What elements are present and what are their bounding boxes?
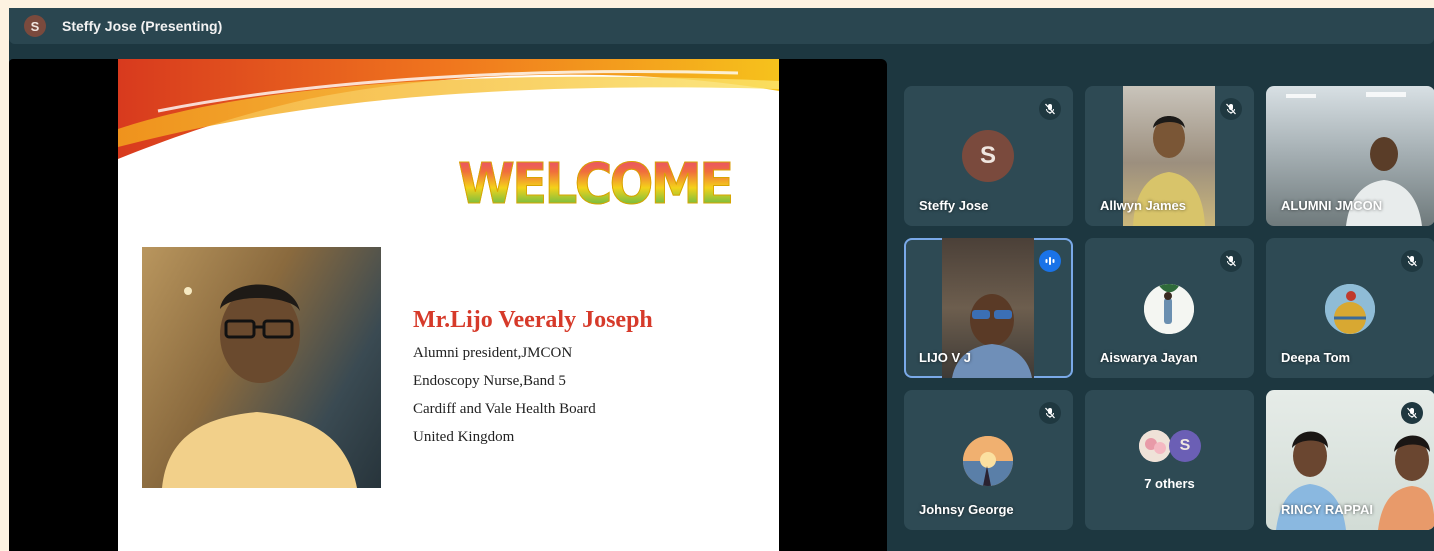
presenter-avatar: S <box>24 15 46 37</box>
participant-tile[interactable]: Johnsy George <box>904 390 1073 530</box>
participant-tile[interactable]: Aiswarya Jayan <box>1085 238 1254 378</box>
participant-avatar <box>1325 284 1375 334</box>
mic-off-icon <box>1401 402 1423 424</box>
participant-tile[interactable]: LIJO V J <box>904 238 1073 378</box>
welcome-heading: WELCOME <box>458 152 735 218</box>
others-count: 7 others <box>1144 476 1195 491</box>
participant-name: ALUMNI JMCON <box>1281 198 1383 213</box>
presentation-stage[interactable]: WELCOME Mr.Lijo Veeraly Joseph Alumni pr… <box>9 59 887 551</box>
participant-name: RINCY RAPPAI <box>1281 502 1373 517</box>
participant-name: Steffy Jose <box>919 198 989 213</box>
participant-name: LIJO V J <box>919 350 972 365</box>
participant-tile[interactable]: S Steffy Jose <box>904 86 1073 226</box>
participant-tile[interactable]: Deepa Tom <box>1266 238 1434 378</box>
speaker-detail: Alumni president,JMCON <box>413 345 573 361</box>
others-tile[interactable]: S 7 others <box>1085 390 1254 530</box>
participant-name: Deepa Tom <box>1281 350 1351 365</box>
participant-tile[interactable]: ALUMNI JMCON <box>1266 86 1434 226</box>
presentation-slide: WELCOME Mr.Lijo Veeraly Joseph Alumni pr… <box>118 59 779 551</box>
mic-off-icon <box>1401 250 1423 272</box>
participant-avatar: S <box>962 130 1014 182</box>
mic-off-icon <box>1039 402 1061 424</box>
speaker-detail: Cardiff and Vale Health Board <box>413 401 596 417</box>
meeting-window: S Steffy Jose (Presenting) WELCOME Mr.Li… <box>9 8 1434 551</box>
speaker-detail: Endoscopy Nurse,Band 5 <box>413 373 566 389</box>
participant-avatar <box>1144 284 1194 334</box>
others-avatar: S <box>1169 430 1201 462</box>
mic-off-icon <box>1220 250 1242 272</box>
speaking-indicator-icon <box>1039 250 1061 272</box>
presenter-label: Steffy Jose (Presenting) <box>62 18 223 34</box>
participant-tile[interactable]: RINCY RAPPAI <box>1266 390 1434 530</box>
mic-off-icon <box>1220 98 1242 120</box>
participant-avatar <box>963 436 1013 486</box>
speaker-photo <box>142 247 381 488</box>
speaker-name: Mr.Lijo Veeraly Joseph <box>413 307 653 333</box>
others-avatar <box>1139 430 1171 462</box>
mic-off-icon <box>1039 98 1061 120</box>
participant-name: Johnsy George <box>919 502 1014 517</box>
speaker-detail: United Kingdom <box>413 429 515 445</box>
participant-name: Allwyn James <box>1100 198 1186 213</box>
participant-tile[interactable]: Allwyn James <box>1085 86 1254 226</box>
participant-name: Aiswarya Jayan <box>1100 350 1198 365</box>
presenter-bar: S Steffy Jose (Presenting) <box>9 8 1434 44</box>
